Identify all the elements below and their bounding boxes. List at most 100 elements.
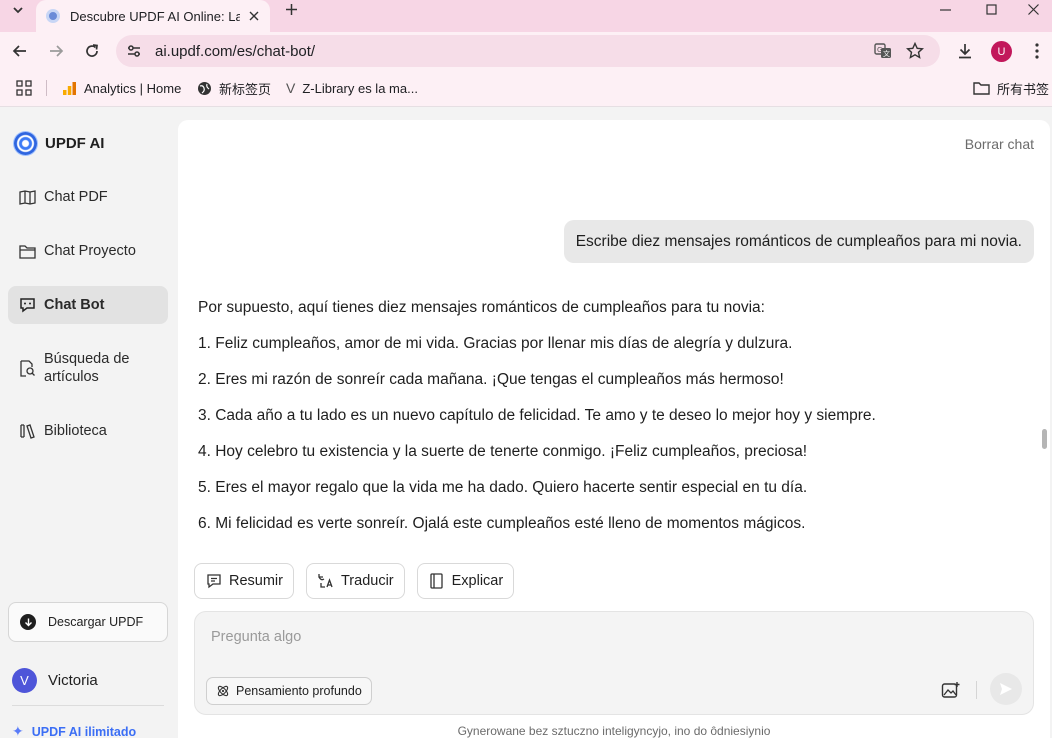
browser-toolbar: ai.updf.com/es/chat-bot/ G文 U <box>0 32 1052 70</box>
sidebar-divider <box>12 705 164 706</box>
sidebar-item-label: Biblioteca <box>44 423 107 439</box>
book-open-icon <box>18 188 36 206</box>
action-label: Traducir <box>340 573 394 589</box>
response-intro: Por supuesto, aquí tienes diez mensajes … <box>198 299 765 316</box>
sidebar-item-label: Búsqueda de artículos <box>44 351 130 385</box>
bookmark-label: 新标签页 <box>219 81 272 97</box>
maximize-button[interactable] <box>968 0 1014 18</box>
updf-favicon-icon <box>46 9 60 23</box>
response-actions: Resumir Traducir Explicar <box>194 563 526 599</box>
message-input[interactable]: Pregunta algo <box>211 629 301 645</box>
upgrade-link[interactable]: ✦ UPDF AI ilimitado <box>12 723 136 738</box>
minimize-icon <box>939 8 951 11</box>
list-item: 1. Feliz cumpleaños, amor de mi vida. Gr… <box>198 335 793 352</box>
deep-thinking-label: Pensamiento profundo <box>236 684 362 698</box>
profile-avatar[interactable]: U <box>991 41 1012 62</box>
translate-icon[interactable]: G文 <box>874 42 892 60</box>
download-updf-button[interactable]: Descargar UPDF <box>8 602 168 642</box>
address-bar[interactable]: ai.updf.com/es/chat-bot/ G文 <box>116 35 940 67</box>
sidebar-item-label: Chat Proyecto <box>44 243 136 259</box>
ai-disclaimer: Gynerowane bez sztuczno inteligyncyjo, i… <box>457 724 771 738</box>
list-item: 4. Hoy celebro tu existencia y la suerte… <box>198 443 808 460</box>
browser-tab[interactable]: Descubre UPDF AI Online: La <box>36 0 270 32</box>
bookmark-analytics[interactable]: Analytics | Home <box>62 70 181 106</box>
arrow-left-icon <box>12 45 26 57</box>
send-button[interactable] <box>990 673 1022 705</box>
summarize-icon <box>205 573 222 590</box>
updf-logo-icon <box>14 132 37 155</box>
bookmark-new-tab[interactable]: 新标签页 <box>197 70 271 106</box>
bookmarks-divider <box>46 80 47 96</box>
all-bookmarks-label: 所有书签 <box>997 81 1050 97</box>
apps-grid-icon <box>16 80 32 96</box>
chat-panel: Borrar chat Escribe diez mensajes románt… <box>178 120 1050 738</box>
tab-strip: Descubre UPDF AI Online: La <box>0 0 1052 32</box>
bookmark-star-icon[interactable] <box>906 42 924 60</box>
more-vertical-icon <box>1035 43 1039 59</box>
download-label: Descargar UPDF <box>48 615 144 629</box>
sidebar-item-chat-pdf[interactable]: Chat PDF <box>8 178 168 216</box>
action-label: Resumir <box>229 573 283 589</box>
close-tab-icon[interactable] <box>246 8 262 24</box>
atom-icon <box>216 684 230 698</box>
translate-icon <box>317 573 334 590</box>
plus-icon <box>285 3 297 15</box>
bookmarks-bar: Analytics | Home 新标签页 V Z-Library es la … <box>0 70 1052 106</box>
sidebar-item-busqueda-articulos[interactable]: Búsqueda de artículos <box>8 346 168 390</box>
document-search-icon <box>18 359 36 377</box>
list-item: 5. Eres el mayor regalo que la vida me h… <box>198 479 808 496</box>
svg-text:文: 文 <box>883 49 890 58</box>
explain-button[interactable]: Explicar <box>416 563 515 599</box>
list-item: 6. Mi felicidad es verte sonreír. Ojalá … <box>198 515 806 532</box>
sidebar-item-label: Chat PDF <box>44 189 108 205</box>
back-button[interactable] <box>6 37 34 65</box>
new-tab-button[interactable] <box>280 0 302 18</box>
sidebar-item-label: Chat Bot <box>44 297 105 313</box>
summarize-button[interactable]: Resumir <box>194 563 294 599</box>
globe-icon <box>197 81 212 96</box>
site-settings-icon[interactable] <box>126 43 142 59</box>
library-icon <box>18 422 36 440</box>
scrollbar-thumb[interactable] <box>1042 429 1047 449</box>
list-item: 2. Eres mi razón de sonreír cada mañana.… <box>198 371 784 388</box>
analytics-icon <box>62 81 77 96</box>
forward-button[interactable] <box>42 37 70 65</box>
sidebar-item-biblioteca[interactable]: Biblioteca <box>8 412 168 450</box>
chat-bot-icon <box>18 296 36 314</box>
brand[interactable]: UPDF AI <box>14 132 104 155</box>
close-icon <box>1027 3 1039 15</box>
bookmark-label: Z-Library es la ma... <box>302 80 418 96</box>
upload-image-button[interactable] <box>940 679 962 701</box>
reload-button[interactable] <box>78 37 106 65</box>
bookmark-zlibrary[interactable]: V Z-Library es la ma... <box>286 70 418 106</box>
updf-app: UPDF AI Chat PDF Chat Proyecto Chat Bot … <box>0 106 1052 738</box>
maximize-icon <box>985 3 997 15</box>
tab-search-button[interactable] <box>6 0 30 20</box>
bookmark-label: Analytics | Home <box>84 80 182 96</box>
close-window-button[interactable] <box>1014 0 1052 18</box>
download-circle-icon <box>20 614 36 630</box>
apps-button[interactable] <box>16 70 32 106</box>
sidebar: UPDF AI Chat PDF Chat Proyecto Chat Bot … <box>0 107 178 738</box>
all-bookmarks-button[interactable]: 所有书签 <box>973 70 1049 106</box>
reload-icon <box>86 44 98 57</box>
tab-title: Descubre UPDF AI Online: La <box>70 8 240 24</box>
translate-button[interactable]: Traducir <box>305 563 405 599</box>
sidebar-item-chat-proyecto[interactable]: Chat Proyecto <box>8 232 168 270</box>
sidebar-item-chat-bot[interactable]: Chat Bot <box>8 286 168 324</box>
user-name: Victoria <box>48 672 98 689</box>
folder-icon <box>973 81 990 95</box>
minimize-button[interactable] <box>922 0 968 18</box>
downloads-button[interactable] <box>955 41 975 61</box>
deep-thinking-toggle[interactable]: Pensamiento profundo <box>206 677 372 705</box>
clear-chat-button[interactable]: Borrar chat <box>965 136 1034 152</box>
browser-menu-button[interactable] <box>1030 41 1044 61</box>
message-composer[interactable]: Pregunta algo Pensamiento profundo <box>194 611 1034 715</box>
send-icon <box>1000 683 1012 695</box>
brand-name: UPDF AI <box>45 135 105 152</box>
user-message-bubble: Escribe diez mensajes románticos de cump… <box>563 220 1034 263</box>
svg-text:G: G <box>877 46 882 54</box>
upgrade-label: UPDF AI ilimitado <box>31 724 137 738</box>
user-account[interactable]: V Victoria <box>12 668 98 693</box>
arrow-right-icon <box>50 45 64 57</box>
